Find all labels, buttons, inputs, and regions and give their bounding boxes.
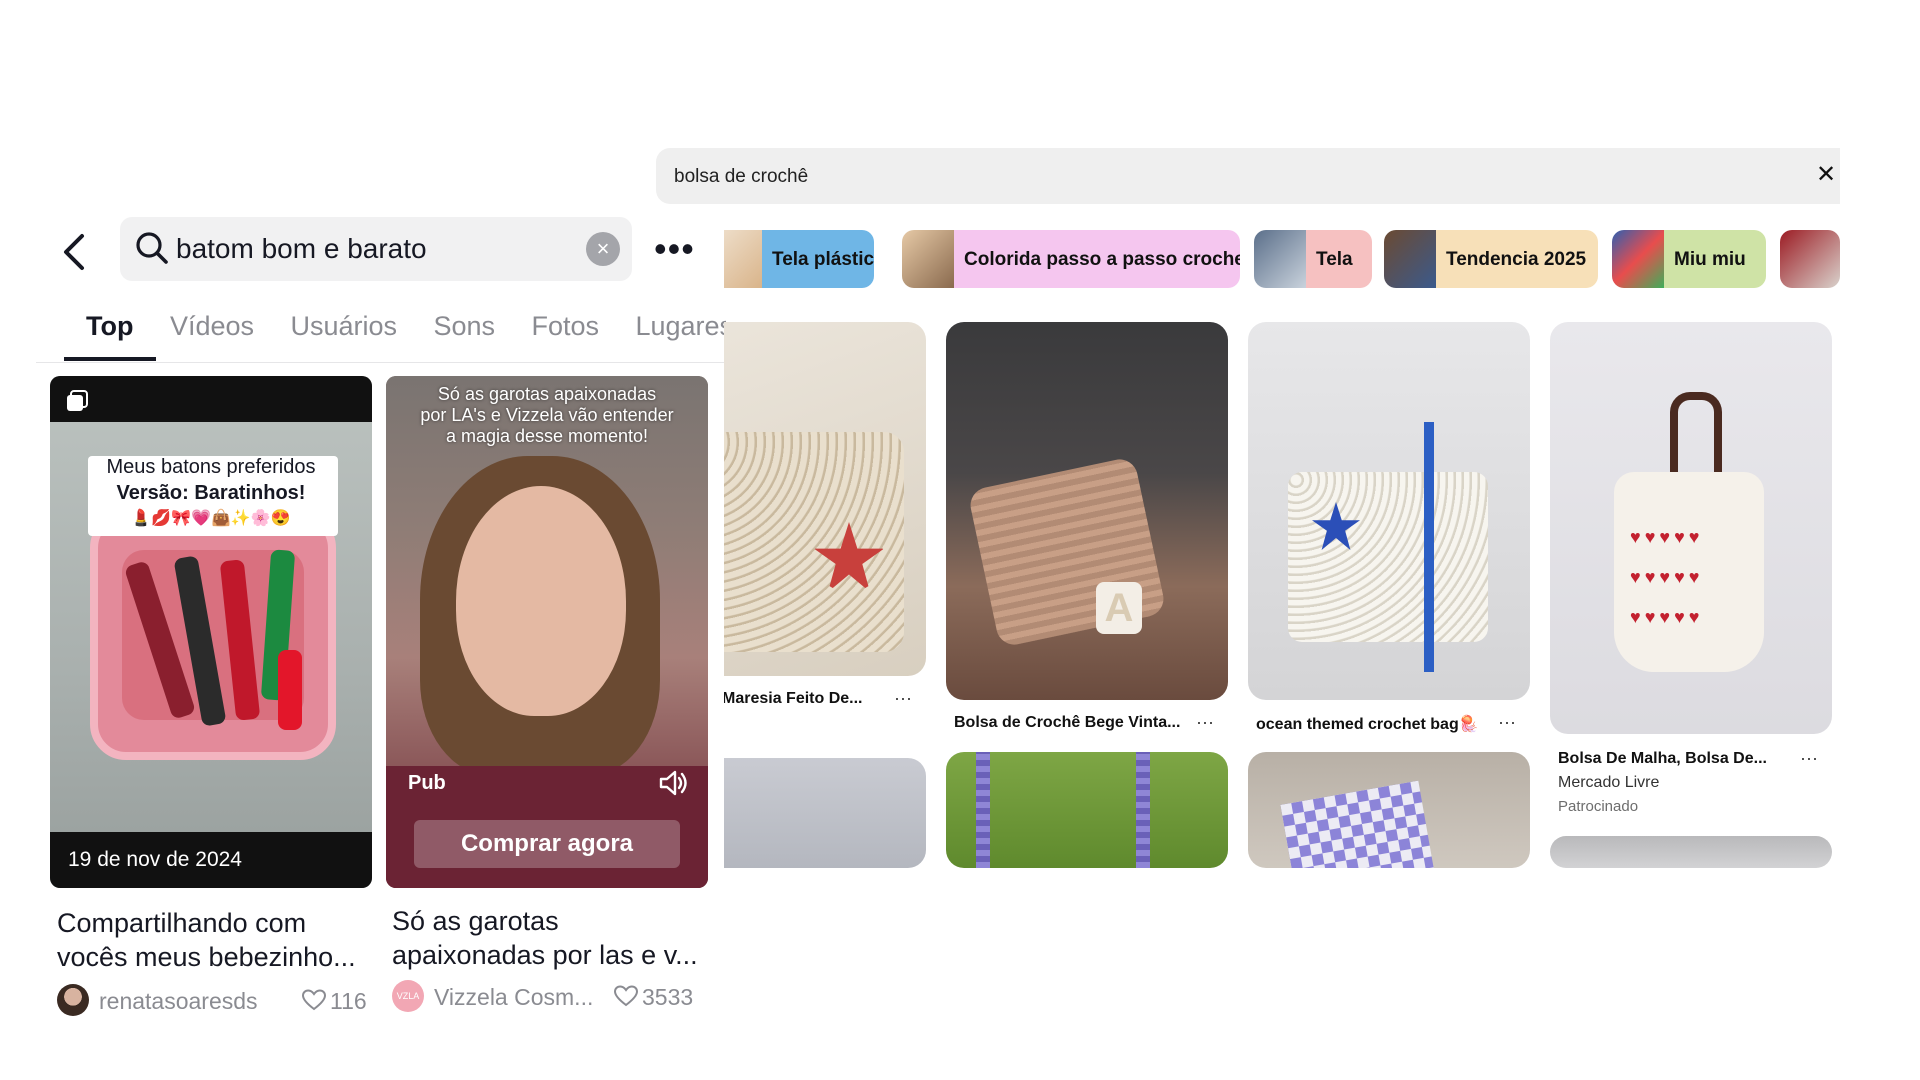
card-topbar — [50, 376, 372, 422]
pin-image[interactable]: ♥♥♥♥♥ ♥♥♥♥♥ ♥♥♥♥♥ — [1550, 322, 1832, 734]
heart-icon — [302, 989, 326, 1011]
chip-thumbnail — [1384, 230, 1436, 288]
video-card-2[interactable]: Só as garotas apaixonadas por LA's e Viz… — [386, 376, 708, 888]
overlay-caption-line: por LA's e Vizzela vão entender — [420, 405, 674, 425]
overlay-caption-line: Versão: Baratinhos! — [116, 482, 306, 504]
pin-image[interactable] — [1248, 752, 1530, 868]
chip-thumbnail — [1780, 230, 1840, 288]
tiktok-search-bar[interactable]: batom bom e barato × — [120, 217, 632, 281]
video-title[interactable]: vocês meus bebezinho... — [57, 940, 377, 974]
chip-label: Tela — [1316, 249, 1353, 270]
tab-videos[interactable]: Vídeos — [170, 306, 254, 346]
clear-search-icon[interactable]: × — [586, 232, 620, 266]
pin-title[interactable]: Maresia Feito De... — [724, 690, 863, 708]
close-icon[interactable]: ✕ — [1816, 162, 1840, 188]
search-query-text[interactable]: bolsa de crochê — [674, 166, 808, 188]
chip-partial[interactable] — [1780, 230, 1840, 288]
pin-more-icon[interactable]: ··· — [1800, 748, 1818, 769]
video-title[interactable]: Só as garotas — [392, 904, 712, 938]
shop-now-button[interactable]: Comprar agora — [414, 820, 680, 868]
pin-source[interactable]: Mercado Livre — [1558, 774, 1659, 792]
like-count: 116 — [330, 988, 367, 1014]
tiktok-tab-bar: Top Vídeos Usuários Sons Fotos Lugares — [86, 306, 726, 362]
chip-tela-plastica[interactable]: Tela plástica — [724, 230, 874, 288]
sponsored-badge: Pub — [408, 772, 446, 794]
pinterest-search-bar[interactable]: bolsa de crochê ✕ — [656, 148, 1840, 204]
pin-more-icon[interactable]: ··· — [1196, 712, 1214, 733]
video-title[interactable]: apaixonadas por las e v... — [392, 938, 712, 972]
more-options-icon[interactable]: ••• — [654, 231, 695, 267]
pin-title[interactable]: ocean themed crochet bag🪼 — [1256, 714, 1479, 734]
pin-grid: Maresia Feito De... ··· A Bolsa de Croch… — [724, 300, 1840, 868]
active-tab-indicator — [64, 357, 156, 361]
basket-shape — [90, 512, 336, 760]
chip-label: Tendencia 2025 — [1446, 249, 1587, 270]
tab-top[interactable]: Top — [86, 306, 133, 346]
photo-carousel-icon — [67, 390, 88, 411]
pin-image[interactable] — [946, 752, 1228, 868]
author-name[interactable]: renatasoaresds — [99, 988, 258, 1015]
chip-tendencia-2025[interactable]: Tendencia 2025 — [1384, 230, 1598, 288]
avatar[interactable]: VZLA — [392, 980, 424, 1012]
related-search-chips: Tela plástica Colorida passo a passo cro… — [724, 230, 1840, 290]
search-icon — [136, 232, 168, 264]
tabs-divider — [36, 362, 726, 363]
sponsored-label: Patrocinado — [1558, 798, 1639, 815]
like-count: 3533 — [642, 984, 694, 1010]
video-title[interactable]: Compartilhando com — [57, 906, 377, 940]
speaker-icon[interactable] — [658, 768, 690, 798]
overlay-caption-line: Só as garotas apaixonadas — [437, 384, 657, 404]
chip-colorida-passo-a-passo[interactable]: Colorida passo a passo croche — [902, 230, 1240, 288]
pin-image[interactable]: A — [946, 322, 1228, 700]
tab-sounds[interactable]: Sons — [433, 306, 495, 346]
pin-title[interactable]: Bolsa De Malha, Bolsa De... — [1558, 750, 1767, 768]
overlay-caption-line: a magia desse momento! — [445, 426, 649, 446]
pin-more-icon[interactable]: ··· — [894, 688, 912, 709]
search-query-text[interactable]: batom bom e barato — [176, 232, 427, 266]
pin-more-icon[interactable]: ··· — [1498, 712, 1516, 733]
video-card-1[interactable]: Meus batons preferidos Versão: Baratinho… — [50, 376, 372, 888]
pin-image[interactable] — [724, 758, 926, 868]
post-date: 19 de nov de 2024 — [68, 848, 242, 871]
heart-icon — [614, 985, 638, 1007]
chip-label: Tela plástica — [772, 249, 874, 270]
overlay-caption-line: Meus batons preferidos — [106, 456, 316, 478]
pin-image[interactable] — [724, 322, 926, 676]
pin-image[interactable] — [1248, 322, 1530, 700]
tab-users[interactable]: Usuários — [290, 306, 397, 346]
tab-places[interactable]: Lugares — [635, 306, 726, 346]
pin-image[interactable] — [1550, 836, 1832, 868]
thumbnail-image — [386, 376, 708, 888]
pin-title[interactable]: Bolsa de Crochê Bege Vinta... — [954, 714, 1180, 732]
tab-photos[interactable]: Fotos — [531, 306, 599, 346]
avatar[interactable] — [57, 984, 89, 1016]
chip-label: Miu miu — [1674, 249, 1746, 270]
chip-thumbnail — [724, 230, 762, 288]
chip-thumbnail — [902, 230, 954, 288]
chip-thumbnail — [1612, 230, 1664, 288]
chip-tela[interactable]: Tela — [1254, 230, 1372, 288]
chip-label: Colorida passo a passo croche — [964, 249, 1240, 270]
back-arrow-icon[interactable] — [58, 232, 94, 272]
author-name[interactable]: Vizzela Cosm... — [434, 984, 593, 1011]
overlay-caption-emojis: 💄💋🎀💗👜✨🌸😍 — [131, 510, 291, 527]
chip-miu-miu[interactable]: Miu miu — [1612, 230, 1766, 288]
chip-thumbnail — [1254, 230, 1306, 288]
